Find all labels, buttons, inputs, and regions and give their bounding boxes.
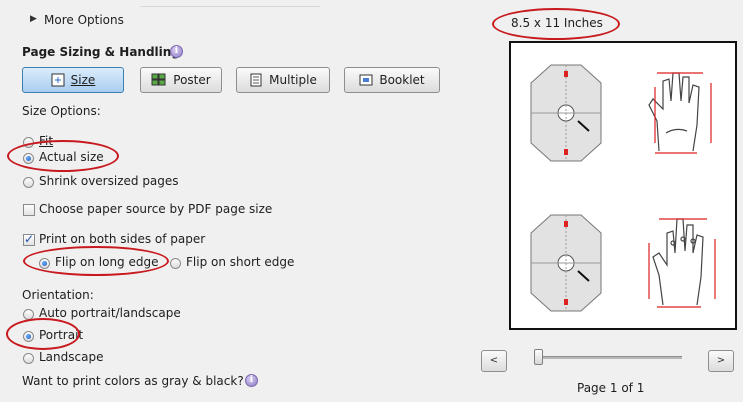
choose-paper-source-checkbox[interactable] xyxy=(23,204,35,216)
paper-size-label: 8.5 x 11 Inches xyxy=(511,16,603,30)
fit-label: Fit xyxy=(39,134,54,148)
more-options-label: More Options xyxy=(44,13,124,27)
multiple-icon xyxy=(250,73,262,87)
choose-paper-source-label: Choose paper source by PDF page size xyxy=(39,202,273,216)
flip-short-edge-radio[interactable] xyxy=(170,258,181,269)
actual-size-radio[interactable] xyxy=(23,153,34,164)
multiple-button[interactable]: Multiple xyxy=(236,67,330,93)
size-button[interactable]: Size xyxy=(22,67,124,93)
octagon-template-top xyxy=(530,64,602,162)
flip-short-edge-label: Flip on short edge xyxy=(186,255,295,269)
print-both-sides-label: Print on both sides of paper xyxy=(39,232,206,246)
next-page-button[interactable]: > xyxy=(708,350,734,372)
page-sizing-info-icon[interactable]: i xyxy=(170,45,183,58)
shrink-oversized-radio[interactable] xyxy=(23,177,34,188)
more-options-divider xyxy=(140,6,320,7)
previous-page-button[interactable]: < xyxy=(481,350,507,372)
auto-portrait-landscape-label: Auto portrait/landscape xyxy=(39,306,181,320)
hand-drawing-top xyxy=(648,72,712,154)
orientation-label: Orientation: xyxy=(22,288,94,302)
poster-button-label: Poster xyxy=(173,73,211,87)
chevron-left-icon: < xyxy=(489,355,499,366)
multiple-button-label: Multiple xyxy=(269,73,317,87)
size-icon xyxy=(51,73,65,87)
booklet-button[interactable]: Booklet xyxy=(344,67,440,93)
auto-portrait-landscape-radio[interactable] xyxy=(23,309,34,320)
shrink-oversized-label: Shrink oversized pages xyxy=(39,174,179,188)
gray-print-question: Want to print colors as gray & black? xyxy=(22,374,244,388)
hand-drawing-bottom xyxy=(648,218,716,308)
flip-long-edge-radio[interactable] xyxy=(39,258,50,269)
chevron-right-icon: > xyxy=(716,355,726,366)
page-indicator: Page 1 of 1 xyxy=(577,381,645,395)
fit-radio[interactable] xyxy=(23,137,34,148)
booklet-button-label: Booklet xyxy=(379,73,425,87)
print-both-sides-checkbox[interactable] xyxy=(23,232,35,246)
preview-page-image xyxy=(530,64,716,312)
octagon-template-bottom xyxy=(530,214,602,312)
poster-icon xyxy=(151,73,166,86)
slider-track xyxy=(536,356,682,359)
landscape-radio[interactable] xyxy=(23,353,34,364)
flip-long-edge-label: Flip on long edge xyxy=(55,255,159,269)
page-slider[interactable] xyxy=(532,348,682,368)
size-options-label: Size Options: xyxy=(22,104,101,118)
gray-print-info-icon[interactable]: i xyxy=(245,374,258,387)
size-button-label: Size xyxy=(70,73,96,87)
page-sizing-heading: Page Sizing & Handling xyxy=(22,45,180,59)
poster-button[interactable]: Poster xyxy=(140,67,222,93)
slider-thumb[interactable] xyxy=(534,349,543,365)
page-preview xyxy=(509,41,737,330)
expand-triangle-icon: ▶ xyxy=(30,14,37,24)
actual-size-label: Actual size xyxy=(39,150,104,164)
portrait-radio[interactable] xyxy=(23,331,34,342)
portrait-label: Portrait xyxy=(39,328,84,342)
landscape-label: Landscape xyxy=(39,350,104,364)
booklet-icon xyxy=(359,74,373,86)
